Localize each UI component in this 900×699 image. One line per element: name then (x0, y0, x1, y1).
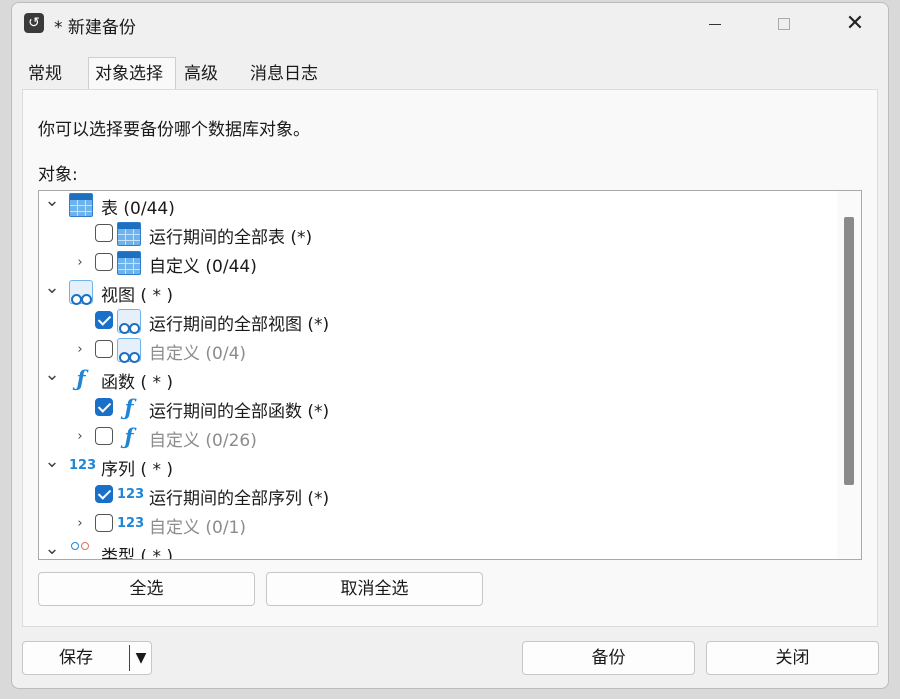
maximize-button[interactable] (762, 7, 808, 41)
save-button[interactable]: 保存 ▼ (22, 641, 152, 675)
tree-node-label: 序列 ( * ) (101, 460, 173, 480)
tab-advanced[interactable]: 高级 (178, 59, 240, 89)
close-button[interactable]: 关闭 (706, 641, 879, 675)
tree-node-label: 自定义 (0/26) (149, 431, 257, 451)
tree-node-checkbox[interactable] (95, 253, 113, 271)
chevron-down-icon[interactable]: ⌄ (43, 279, 61, 303)
backup-button[interactable]: 备份 (522, 641, 695, 675)
title-bar: ↺ * 新建备份 ✕ (12, 3, 888, 45)
sequence-icon: 123 (117, 487, 145, 502)
view-icon (69, 280, 93, 305)
backup-dialog: ↺ * 新建备份 ✕ 常规 对象选择 高级 消息日志 你可以选择要备份哪个数据库… (11, 2, 889, 689)
table-icon (69, 193, 93, 217)
tree-node-checkbox[interactable] (95, 224, 113, 242)
chevron-right-icon[interactable]: › (71, 252, 89, 274)
tree-node-label: 运行期间的全部序列 (*) (149, 489, 330, 509)
tree-scrollbar[interactable] (837, 191, 861, 559)
minimize-button[interactable] (692, 7, 738, 41)
tree-scrollbar-thumb[interactable] (844, 217, 854, 485)
tree-node-checkbox[interactable] (95, 311, 113, 329)
object-tree[interactable]: ⌄ 类型 ( * ) › 123 自定义 (0/1) 123 运行期间的全部序列 (*) ⌄ 1… (38, 190, 862, 560)
tab-general[interactable]: 常规 (22, 59, 88, 89)
tree-node-label: 函数 ( * ) (101, 373, 173, 393)
tree-node[interactable]: ⌄ 类型 ( * ) (39, 539, 829, 560)
tree-node-label: 自定义 (0/44) (149, 257, 257, 277)
close-icon: ✕ (845, 11, 865, 36)
window-title: * 新建备份 (54, 18, 136, 38)
tree-node-label: 运行期间的全部函数 (*) (149, 402, 330, 422)
view-icon (117, 338, 141, 363)
tree-node-checkbox[interactable] (95, 485, 113, 503)
tree-node-checkbox[interactable] (95, 398, 113, 416)
tree-node-label: 运行期间的全部表 (*) (149, 228, 313, 248)
tree-node-label: 视图 ( * ) (101, 286, 173, 306)
function-icon: ƒ (124, 424, 134, 449)
tree-node-checkbox[interactable] (95, 427, 113, 445)
tree-node[interactable]: ⌄ 123 序列 ( * ) (39, 452, 829, 481)
chevron-down-icon[interactable]: ⌄ (43, 366, 61, 390)
object-selection-panel: 你可以选择要备份哪个数据库对象。 对象: ⌄ 类型 ( * ) › 123 自定义 (0… (22, 89, 878, 627)
save-button-label: 保存 (59, 648, 93, 668)
tree-node[interactable]: › 123 自定义 (0/1) (39, 510, 829, 539)
chevron-right-icon[interactable]: › (71, 513, 89, 535)
tree-node-label: 自定义 (0/4) (149, 344, 247, 364)
chevron-down-icon[interactable]: ▼ (131, 642, 151, 674)
chevron-right-icon[interactable]: › (71, 426, 89, 448)
tree-node-label: 运行期间的全部视图 (*) (149, 315, 330, 335)
select-all-button[interactable]: 全选 (38, 572, 255, 606)
sequence-icon: 123 (117, 516, 145, 531)
tree-node[interactable]: › 自定义 (0/4) (39, 336, 829, 365)
tree-node-label: 自定义 (0/1) (149, 518, 247, 538)
function-icon: ƒ (124, 395, 134, 420)
table-icon (117, 222, 141, 246)
minimize-icon (709, 24, 721, 25)
function-icon: ƒ (76, 366, 86, 391)
deselect-all-button[interactable]: 取消全选 (266, 572, 483, 606)
tree-node[interactable]: 123 运行期间的全部序列 (*) (39, 481, 829, 510)
panel-description: 你可以选择要备份哪个数据库对象。 (38, 120, 310, 140)
tree-node[interactable]: ⌄ 视图 ( * ) (39, 278, 829, 307)
backup-icon: ↺ (24, 13, 44, 33)
tree-node[interactable]: 运行期间的全部表 (*) (39, 220, 829, 249)
save-split-divider (129, 645, 130, 671)
objects-label: 对象: (38, 165, 78, 185)
tab-message-log[interactable]: 消息日志 (244, 59, 334, 89)
tree-node[interactable]: › ƒ 自定义 (0/26) (39, 423, 829, 452)
tree-node[interactable]: 运行期间的全部视图 (*) (39, 307, 829, 336)
chevron-down-icon[interactable]: ⌄ (43, 453, 61, 477)
chevron-right-icon[interactable]: › (71, 339, 89, 361)
tree-node[interactable]: ⌄ 表 (0/44) (39, 191, 829, 220)
table-icon (117, 251, 141, 275)
tree-node-label: 表 (0/44) (101, 199, 175, 219)
tree-node-checkbox[interactable] (95, 514, 113, 532)
type-icon (69, 541, 93, 559)
tree-node[interactable]: › 自定义 (0/44) (39, 249, 829, 278)
chevron-down-icon[interactable]: ⌄ (43, 192, 61, 216)
chevron-down-icon[interactable]: ⌄ (43, 540, 61, 559)
close-window-button[interactable]: ✕ (832, 7, 878, 41)
view-icon (117, 309, 141, 334)
tree-node-checkbox[interactable] (95, 340, 113, 358)
tab-bar: 常规 对象选择 高级 消息日志 (22, 57, 882, 89)
sequence-icon: 123 (69, 458, 97, 473)
tree-node-label: 类型 ( * ) (101, 547, 173, 560)
tree-node[interactable]: ⌄ ƒ 函数 ( * ) (39, 365, 829, 394)
tab-object-selection[interactable]: 对象选择 (88, 57, 176, 89)
tree-node[interactable]: ƒ 运行期间的全部函数 (*) (39, 394, 829, 423)
maximize-icon (778, 18, 790, 30)
